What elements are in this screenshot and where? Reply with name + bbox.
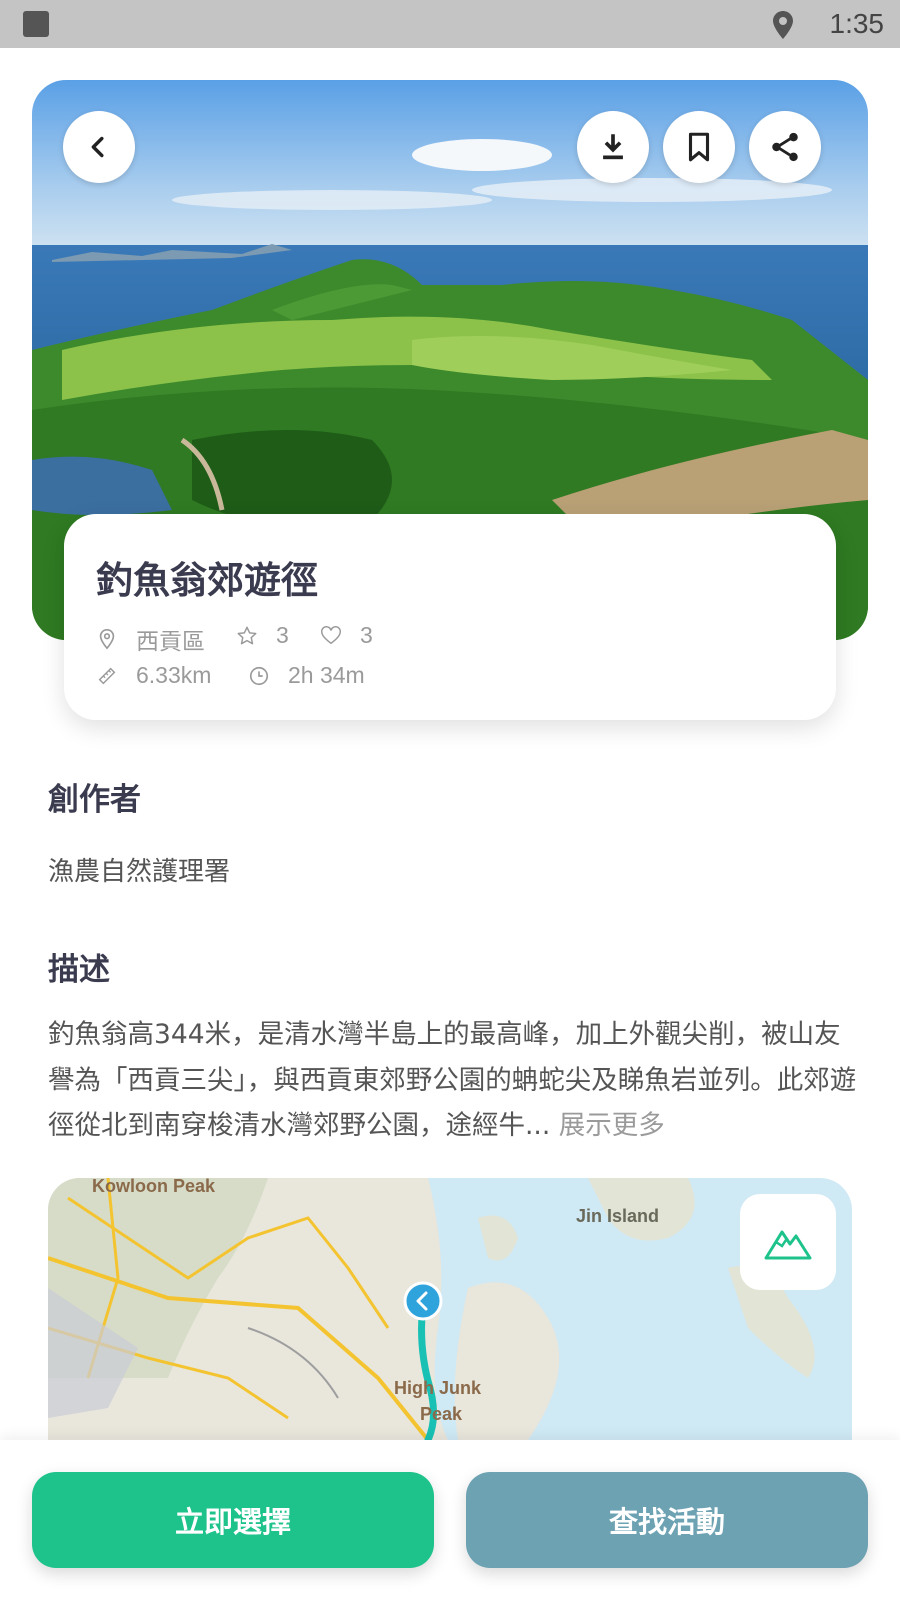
description-heading: 描述	[48, 952, 110, 988]
heart-icon	[321, 625, 341, 644]
share-icon	[772, 132, 798, 162]
show-more-link[interactable]: 展示更多	[559, 1110, 665, 1141]
status-bar: 1:35	[0, 0, 900, 48]
description-body: 釣魚翁高344米，是清水灣半島上的最高峰，加上外觀尖削，被山友譽為「西貢三尖」，…	[48, 1019, 857, 1141]
select-now-button[interactable]: 立即選擇	[32, 1472, 434, 1568]
trail-map[interactable]: Kowloon Peak Jin Island High Junk Peak	[48, 1178, 852, 1440]
map-label-high-junk: High Junk	[394, 1378, 482, 1398]
clock-icon	[249, 666, 269, 685]
download-button[interactable]	[577, 111, 649, 183]
map-label-peak: Peak	[420, 1404, 463, 1424]
terrain-toggle-button[interactable]	[740, 1194, 836, 1290]
back-button[interactable]	[63, 111, 135, 183]
download-icon	[603, 134, 623, 160]
likes-meta: 3	[320, 622, 373, 649]
status-time: 1:35	[829, 8, 885, 39]
trail-info-card: 釣魚翁郊遊徑 西貢區 3 3 6.33km 2h 34m	[64, 514, 836, 720]
map-label-jin-island: Jin Island	[576, 1206, 660, 1226]
back-arrow-icon	[91, 136, 104, 158]
notification-icon	[23, 11, 49, 37]
rating-value: 3	[276, 622, 289, 648]
description-text: 釣魚翁高344米，是清水灣半島上的最高峰，加上外觀尖削，被山友譽為「西貢三尖」，…	[48, 1012, 860, 1149]
district-label: 西貢區	[136, 628, 205, 654]
star-icon	[237, 626, 257, 644]
location-pin-icon	[99, 629, 115, 650]
creator-heading: 創作者	[48, 782, 141, 818]
duration-meta: 2h 34m	[248, 662, 365, 689]
ruler-icon	[98, 667, 116, 684]
duration-value: 2h 34m	[288, 662, 365, 688]
distance-meta: 6.33km	[96, 662, 211, 689]
bookmark-icon	[688, 132, 710, 162]
mountain-icon	[764, 1230, 812, 1260]
bookmark-button[interactable]	[663, 111, 735, 183]
rating-meta: 3	[236, 622, 289, 649]
map-label-kowloon-peak: Kowloon Peak	[92, 1178, 216, 1196]
district-meta: 西貢區	[96, 622, 205, 656]
creator-name: 漁農自然護理署	[48, 857, 231, 887]
likes-value: 3	[360, 622, 373, 648]
trail-title: 釣魚翁郊遊徑	[96, 559, 318, 602]
distance-value: 6.33km	[136, 662, 212, 688]
share-button[interactable]	[749, 111, 821, 183]
bottom-action-bar: 立即選擇 查找活動	[0, 1440, 900, 1600]
location-status-icon	[773, 11, 793, 39]
find-activity-button[interactable]: 查找活動	[466, 1472, 868, 1568]
